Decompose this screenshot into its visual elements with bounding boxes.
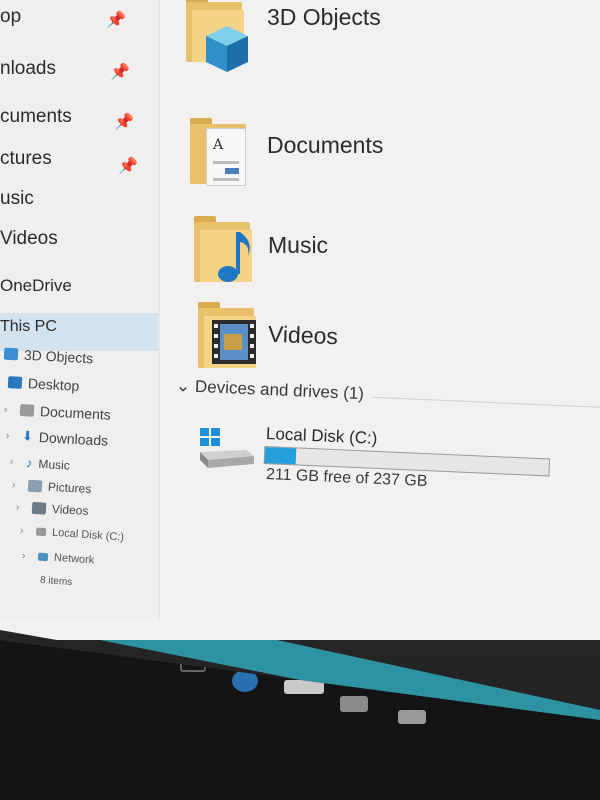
download-arrow-icon: ⬇ (21, 428, 34, 444)
tree-item-label: Pictures (47, 479, 92, 497)
folder-label: Videos (267, 320, 339, 350)
network-icon (37, 552, 49, 562)
tree-item-local-disk[interactable]: › Local Disk (C:) (20, 524, 125, 544)
chevron-right-icon[interactable]: › (10, 456, 21, 468)
mail-icon[interactable] (398, 710, 426, 724)
tree-item-label: Desktop (27, 375, 80, 394)
music-note-icon: ♪ (25, 455, 33, 471)
pictures-icon (27, 479, 43, 493)
folder-music[interactable] (194, 214, 260, 284)
chevron-right-icon[interactable]: › (20, 525, 31, 537)
chevron-down-icon[interactable]: ⌄ (176, 376, 191, 396)
tree-item-label: Documents (39, 403, 112, 423)
tree-item-music[interactable]: › ♪ Music (10, 454, 71, 472)
tree-item-3d-objects[interactable]: 3D Objects (3, 346, 94, 367)
tree-item-desktop[interactable]: Desktop (7, 374, 80, 394)
store-icon[interactable] (340, 696, 368, 712)
drive-name[interactable]: Local Disk (C:) (266, 424, 378, 449)
nav-item-videos[interactable]: Videos (0, 228, 58, 250)
tree-item-label: Local Disk (C:) (51, 526, 125, 544)
pin-icon[interactable]: 📌 (106, 10, 126, 30)
content-pane: 3D Objects A Documents Music Videos ⌄ De… (160, 0, 600, 640)
nav-item-documents[interactable]: cuments (0, 106, 72, 128)
music-note-icon (218, 232, 250, 282)
tree-item-network[interactable]: › Network (22, 549, 95, 567)
file-explorer-window: op 📌 nloads 📌 cuments 📌 ctures 📌 usic Vi… (0, 0, 600, 640)
item-count: 8 items (39, 574, 73, 589)
section-divider (372, 396, 600, 409)
tree-item-label: Music (38, 456, 71, 473)
pin-icon[interactable]: 📌 (114, 112, 134, 132)
film-strip-icon (212, 320, 256, 364)
edge-icon[interactable] (232, 670, 258, 692)
desktop-icon (7, 376, 23, 389)
tree-item-pictures[interactable]: › Pictures (12, 478, 92, 496)
devices-and-drives-header[interactable]: ⌄ Devices and drives (1) (176, 376, 365, 404)
tree-item-label: Network (53, 551, 95, 567)
nav-item-label: cuments (0, 106, 72, 127)
nav-item-downloads[interactable]: nloads (0, 58, 56, 80)
folder-label: 3D Objects (267, 4, 381, 30)
nav-item-label: OneDrive (0, 276, 72, 295)
nav-item-this-pc[interactable]: This PC (0, 318, 57, 336)
3d-cube-icon (3, 347, 19, 361)
nav-item-pictures[interactable]: ctures (0, 148, 52, 170)
monitor-screen: op 📌 nloads 📌 cuments 📌 ctures 📌 usic Vi… (0, 0, 600, 800)
chevron-right-icon[interactable]: › (16, 502, 27, 514)
folder-label: Music (268, 232, 329, 258)
drive-icon (35, 527, 47, 537)
pin-icon[interactable]: 📌 (110, 62, 130, 82)
tree-item-label: Downloads (38, 429, 109, 449)
document-icon (19, 404, 35, 417)
nav-item-onedrive[interactable]: OneDrive (0, 276, 72, 296)
chevron-right-icon[interactable]: › (22, 550, 33, 562)
chevron-right-icon[interactable]: › (12, 479, 23, 491)
navigation-pane: op 📌 nloads 📌 cuments 📌 ctures 📌 usic Vi… (0, 0, 160, 620)
tree-item-videos[interactable]: › Videos (16, 500, 89, 518)
nav-item-label: usic (0, 188, 34, 209)
nav-item-label: Videos (0, 228, 58, 249)
tree-item-documents[interactable]: › Documents (4, 401, 112, 423)
nav-item-label: op (0, 6, 22, 27)
tree-item-label: 3D Objects (23, 346, 94, 367)
nav-item-label: This PC (0, 318, 57, 335)
nav-item-music[interactable]: usic (0, 188, 34, 210)
document-page-icon: A (206, 128, 246, 186)
folder-documents[interactable]: A (190, 116, 256, 186)
folder-label: Documents (267, 132, 384, 158)
tree-item-downloads[interactable]: › ⬇ Downloads (6, 427, 109, 448)
folder-videos[interactable] (198, 300, 264, 370)
film-strip-icon (31, 501, 47, 515)
folder-3d-objects[interactable] (186, 0, 252, 72)
status-bar: 8 items (40, 575, 73, 588)
3d-cube-icon (206, 26, 248, 72)
local-disk-icon[interactable] (198, 426, 258, 470)
windows-drive-icon (200, 428, 254, 468)
drive-usage-fill (264, 447, 297, 465)
nav-item-desktop[interactable]: op (0, 6, 21, 28)
nav-item-label: nloads (0, 58, 56, 79)
pin-icon[interactable]: 📌 (118, 156, 138, 176)
chevron-right-icon[interactable]: › (4, 404, 15, 416)
nav-item-label: ctures (0, 148, 52, 169)
chevron-right-icon[interactable]: › (6, 430, 17, 442)
section-header-label: Devices and drives (1) (194, 376, 365, 404)
tree-item-label: Videos (51, 501, 89, 518)
